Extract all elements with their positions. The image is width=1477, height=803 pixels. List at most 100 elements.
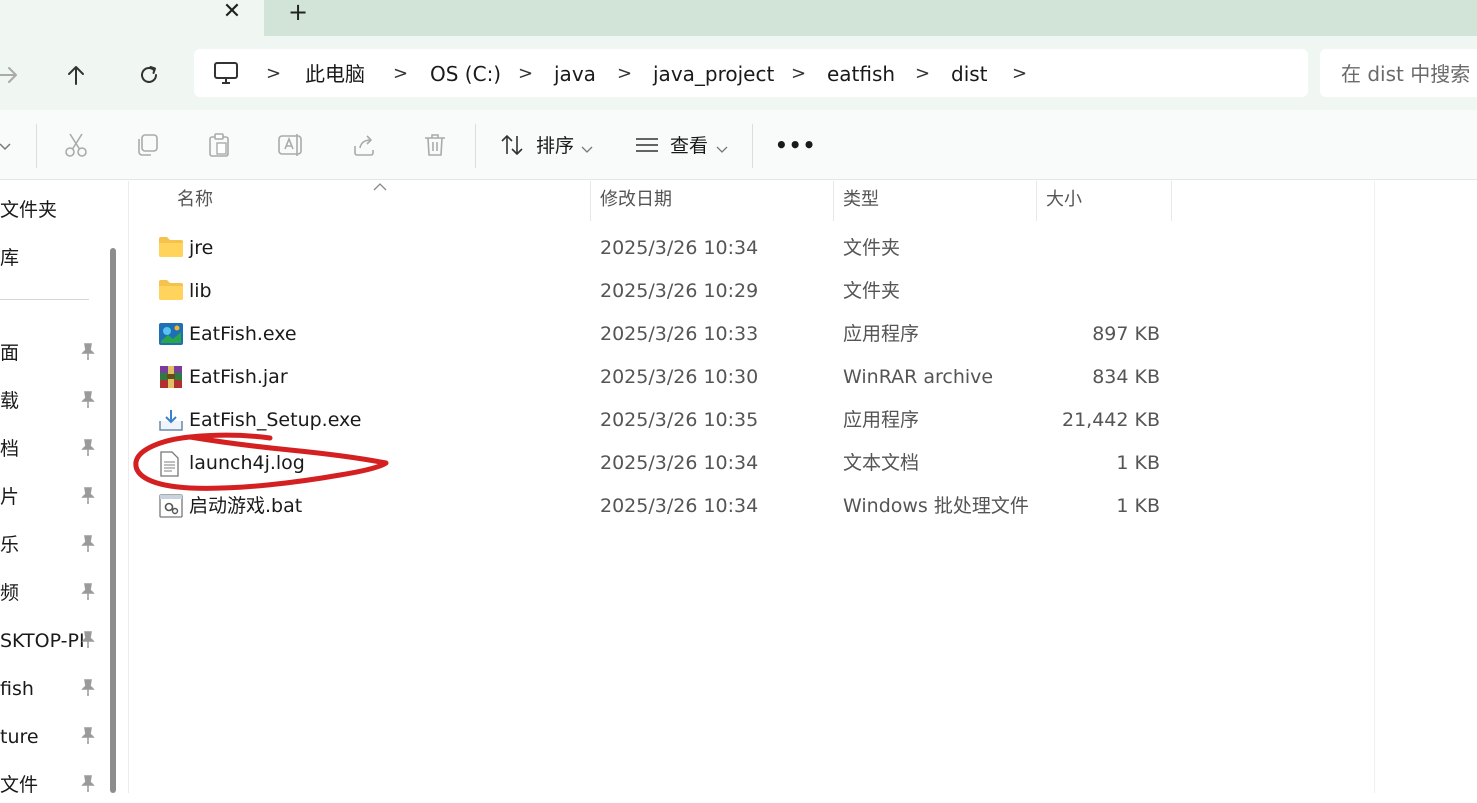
new-tab-button[interactable]: + <box>284 0 312 26</box>
file-type: WinRAR archive <box>843 366 994 388</box>
pin-icon <box>80 343 96 361</box>
file-size: 834 KB <box>1092 366 1160 388</box>
file-type: 文件夹 <box>843 237 901 259</box>
more-options-button[interactable]: ••• <box>775 133 816 157</box>
file-type: 应用程序 <box>843 323 920 345</box>
file-date: 2025/3/26 10:30 <box>600 366 759 388</box>
sidebar-item-label: 频 <box>0 582 20 604</box>
sidebar-item[interactable]: 库 <box>0 240 100 276</box>
winrar-icon <box>158 365 184 389</box>
sidebar-item-label: ture <box>0 726 39 748</box>
breadcrumb-separator[interactable]: > <box>617 62 632 86</box>
file-size: 1 KB <box>1116 495 1160 517</box>
sidebar-item[interactable]: 乐 <box>0 527 100 563</box>
sidebar-item[interactable]: 片 <box>0 479 100 515</box>
sidebar-item[interactable]: SKTOP-PI <box>0 623 100 659</box>
file-size: 897 KB <box>1092 323 1160 345</box>
file-type: 文件夹 <box>843 280 901 302</box>
share-icon[interactable] <box>350 131 378 159</box>
file-row[interactable]: jre 2025/3/26 10:34 文件夹 <box>150 228 1170 268</box>
batch-file-icon <box>158 494 184 518</box>
file-name: EatFish_Setup.exe <box>189 409 362 431</box>
breadcrumb-separator[interactable]: > <box>266 62 281 86</box>
breadcrumb-dist[interactable]: dist <box>951 61 988 87</box>
file-date: 2025/3/26 10:34 <box>600 495 759 517</box>
sidebar-item-label: 载 <box>0 390 20 412</box>
copy-icon[interactable] <box>133 131 161 159</box>
toolbar-divider <box>475 124 476 168</box>
sidebar-item[interactable]: ture <box>0 719 100 755</box>
sort-icon[interactable] <box>498 131 526 159</box>
breadcrumb-separator[interactable]: > <box>791 62 806 86</box>
rename-icon[interactable] <box>277 131 305 159</box>
sidebar-item-label: 片 <box>0 486 20 508</box>
breadcrumb-separator[interactable]: > <box>1012 62 1027 86</box>
sidebar-item[interactable]: 文件 <box>0 767 100 803</box>
breadcrumb-separator[interactable]: > <box>518 62 533 86</box>
sidebar-item-label: 库 <box>0 247 20 269</box>
column-header-date[interactable]: 修改日期 <box>600 188 672 212</box>
sidebar-item-label: SKTOP-PI <box>0 630 85 652</box>
file-row[interactable]: EatFish_Setup.exe 2025/3/26 10:35 应用程序 21,4… <box>150 400 1170 440</box>
pin-icon <box>80 631 96 649</box>
column-header-name[interactable]: 名称 <box>177 188 213 212</box>
text-file-icon <box>158 451 184 477</box>
file-row[interactable]: EatFish.exe 2025/3/26 10:33 应用程序 897 KB <box>150 314 1170 354</box>
view-button[interactable]: 查看 <box>670 134 708 158</box>
file-row[interactable]: launch4j.log 2025/3/26 10:34 文本文档 1 KB <box>150 443 1170 483</box>
breadcrumb-separator[interactable]: > <box>915 62 930 86</box>
chevron-down-icon[interactable] <box>581 139 593 153</box>
column-divider[interactable] <box>833 181 834 221</box>
breadcrumb-os-c[interactable]: OS (C:) <box>430 61 501 87</box>
sort-button[interactable]: 排序 <box>536 134 574 158</box>
column-header-size[interactable]: 大小 <box>1046 188 1082 212</box>
breadcrumb-java[interactable]: java <box>554 61 596 87</box>
chevron-down-icon[interactable] <box>716 139 728 153</box>
pin-icon <box>80 679 96 697</box>
breadcrumb-eatfish[interactable]: eatfish <box>827 61 895 87</box>
file-name: EatFish.exe <box>189 323 297 345</box>
sidebar-item[interactable]: 频 <box>0 575 100 611</box>
sidebar-item[interactable]: 载 <box>0 383 100 419</box>
file-size: 21,442 KB <box>1061 409 1160 431</box>
file-name: 启动游戏.bat <box>189 495 303 517</box>
sidebar-item[interactable]: 档 <box>0 431 100 467</box>
pin-icon <box>80 727 96 745</box>
column-divider[interactable] <box>1036 181 1037 221</box>
column-divider[interactable] <box>1171 181 1172 221</box>
close-tab-icon[interactable]: ✕ <box>219 1 245 27</box>
view-icon[interactable] <box>633 131 661 159</box>
column-divider[interactable] <box>590 181 591 221</box>
column-header-type[interactable]: 类型 <box>843 188 879 212</box>
sidebar-item-label: 面 <box>0 342 20 364</box>
file-row[interactable]: lib 2025/3/26 10:29 文件夹 <box>150 271 1170 311</box>
file-date: 2025/3/26 10:34 <box>600 452 759 474</box>
delete-icon[interactable] <box>421 131 449 159</box>
toolbar-divider <box>36 124 37 168</box>
sidebar-item[interactable]: 文件夹 <box>0 192 100 228</box>
forward-arrow-icon[interactable] <box>0 59 24 91</box>
breadcrumb-separator[interactable]: > <box>393 62 408 86</box>
file-row[interactable]: EatFish.jar 2025/3/26 10:30 WinRAR archive… <box>150 357 1170 397</box>
computer-icon[interactable] <box>213 61 239 85</box>
file-row[interactable]: 启动游戏.bat 2025/3/26 10:34 Windows 批处理文件 1 KB <box>150 486 1170 526</box>
file-date: 2025/3/26 10:33 <box>600 323 759 345</box>
sidebar-item-label: 文件夹 <box>0 199 58 221</box>
breadcrumb-this-pc[interactable]: 此电脑 <box>305 61 365 87</box>
sidebar-item-label: 乐 <box>0 534 20 556</box>
sidebar-scrollbar[interactable] <box>110 248 116 793</box>
pin-icon <box>80 439 96 457</box>
breadcrumb-java-project[interactable]: java_project <box>653 61 774 87</box>
folder-icon <box>158 236 184 260</box>
cut-icon[interactable] <box>62 131 90 159</box>
search-input[interactable]: 在 dist 中搜索 <box>1341 61 1470 87</box>
sidebar-item[interactable]: 面 <box>0 335 100 371</box>
up-arrow-icon[interactable] <box>60 59 92 91</box>
paste-icon[interactable] <box>205 131 233 159</box>
file-date: 2025/3/26 10:35 <box>600 409 759 431</box>
sidebar-item[interactable]: fish <box>0 671 100 707</box>
pin-icon <box>80 487 96 505</box>
file-type: 文本文档 <box>843 452 920 474</box>
chevron-down-icon[interactable] <box>0 138 12 152</box>
refresh-icon[interactable] <box>133 59 165 91</box>
